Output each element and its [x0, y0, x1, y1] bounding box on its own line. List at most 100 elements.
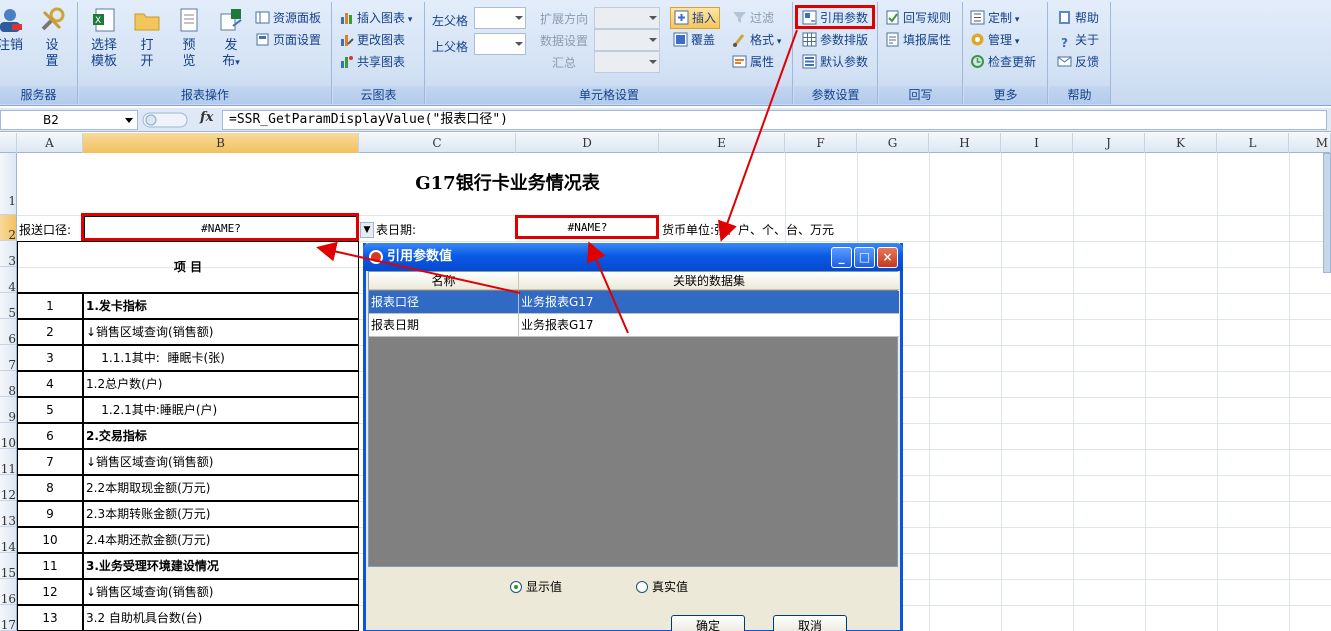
row-header[interactable]: 4	[0, 267, 16, 293]
item-no: 8	[17, 475, 83, 501]
maximize-button[interactable]: □	[854, 247, 875, 268]
row-header[interactable]: 13	[0, 501, 16, 527]
cancel-button[interactable]: 取消	[773, 615, 847, 631]
column-header[interactable]: L	[1217, 133, 1289, 153]
column-header[interactable]: C	[359, 133, 516, 153]
radio-checked-icon	[510, 581, 522, 593]
manage-button[interactable]: 管理 ▾	[970, 30, 1019, 50]
close-button[interactable]: ×	[877, 247, 898, 268]
column-header[interactable]: I	[1001, 133, 1073, 153]
column-header[interactable]: F	[785, 133, 857, 153]
chevron-down-icon	[515, 16, 523, 20]
chevron-down-icon	[515, 42, 523, 46]
row-header[interactable]: 12	[0, 475, 16, 501]
select-all-corner[interactable]	[0, 133, 17, 153]
expand-direction-dropdown[interactable]	[594, 7, 660, 29]
property-button[interactable]: 属性	[732, 52, 774, 72]
param-row[interactable]: 报表口径 业务报表G17	[369, 291, 899, 314]
row-header[interactable]: 8	[0, 371, 16, 397]
app-icon	[369, 250, 383, 264]
item-name: 1.1.1其中: 睡眠卡(张)	[83, 345, 359, 371]
edit-chart-button[interactable]: 更改图表	[339, 30, 405, 50]
filter-button[interactable]: 过滤	[732, 8, 774, 28]
column-header[interactable]: G	[857, 133, 929, 153]
column-header[interactable]: H	[929, 133, 1001, 153]
help-button[interactable]: 帮助	[1057, 8, 1099, 28]
share-chart-button[interactable]: 共享图表	[339, 52, 405, 72]
resource-panel-button[interactable]: 资源面板	[255, 8, 321, 28]
panel-icon	[255, 11, 270, 24]
item-name: 1.2.1其中:睡眠户(户)	[83, 397, 359, 423]
fill-property-button[interactable]: 填报属性	[885, 30, 951, 50]
row-header[interactable]: 1	[0, 153, 16, 215]
feedback-button[interactable]: 反馈	[1057, 52, 1099, 72]
row-header[interactable]: 11	[0, 449, 16, 475]
row-header[interactable]: 9	[0, 397, 16, 423]
item-no: 13	[17, 605, 83, 631]
insert-function-icon[interactable]: fx	[200, 110, 213, 125]
row-header[interactable]: 2	[0, 215, 16, 241]
column-header[interactable]: A	[17, 133, 83, 153]
row-header[interactable]: 17	[0, 605, 16, 631]
preview-button[interactable]: 预 览	[171, 6, 207, 82]
column-header[interactable]: J	[1073, 133, 1145, 153]
cover-button[interactable]: 覆盖	[673, 30, 715, 50]
column-header[interactable]: B	[83, 133, 359, 153]
column-header[interactable]: K	[1145, 133, 1217, 153]
page-setup-button[interactable]: 页面设置	[255, 30, 321, 50]
top-parent-dropdown[interactable]	[474, 33, 526, 55]
row-header[interactable]: 5	[0, 293, 16, 319]
insert-button[interactable]: 插入	[670, 7, 721, 29]
row-header[interactable]: 15	[0, 553, 16, 579]
data-setting-dropdown[interactable]	[594, 29, 660, 51]
format-button[interactable]: 格式 ▾	[732, 30, 781, 50]
column-header-name[interactable]: 名称	[369, 272, 519, 290]
cell-dropdown-icon[interactable]: ▼	[360, 222, 374, 238]
summary-dropdown[interactable]	[594, 51, 660, 73]
item-no: 11	[17, 553, 83, 579]
formula-input[interactable]: =SSR_GetParamDisplayValue("报表口径")	[222, 110, 1327, 130]
column-header-dataset[interactable]: 关联的数据集	[519, 272, 899, 290]
left-parent-label: 左父格	[432, 14, 469, 28]
about-button[interactable]: ? 关于	[1057, 30, 1099, 50]
ok-button[interactable]: 确定	[671, 615, 745, 631]
radio-real-value[interactable]: 真实值	[636, 578, 688, 595]
chevron-down-icon	[649, 16, 657, 20]
item-name: 2.2本期取现金额(万元)	[83, 475, 359, 501]
param-row[interactable]: 报表日期 业务报表G17	[369, 314, 899, 337]
radio-display-value[interactable]: 显示值	[510, 578, 562, 595]
default-param-button[interactable]: 默认参数	[802, 52, 868, 72]
check-update-button[interactable]: 检查更新	[970, 52, 1036, 72]
group-server: 注销 设 置 服务器	[0, 2, 78, 104]
row-header[interactable]: 6	[0, 319, 16, 345]
group-label-writeback: 回写	[879, 86, 962, 104]
logout-button[interactable]: 注销	[0, 6, 28, 82]
open-button[interactable]: 打 开	[129, 6, 165, 82]
settings-button[interactable]: 设 置	[34, 6, 70, 82]
left-parent-dropdown[interactable]	[474, 7, 526, 29]
writeback-rule-button[interactable]: 回写规则	[885, 8, 951, 28]
row-header[interactable]: 3	[0, 241, 16, 267]
column-header[interactable]: M	[1289, 133, 1331, 153]
row-header[interactable]: 7	[0, 345, 16, 371]
name-box[interactable]: B2	[0, 110, 138, 130]
row-header[interactable]: 14	[0, 527, 16, 553]
custom-button[interactable]: 定制 ▾	[970, 8, 1019, 28]
formula-slider-icon[interactable]	[142, 111, 188, 129]
gridline	[1289, 153, 1290, 631]
publish-button[interactable]: 发 布▾	[213, 6, 249, 82]
column-header[interactable]: E	[659, 133, 785, 153]
minimize-button[interactable]: _	[831, 247, 852, 268]
formula-buttons: fx	[140, 110, 220, 130]
insert-chart-button[interactable]: 插入图表 ▾	[339, 8, 412, 28]
dialog-title-bar[interactable]: 引用参数值 _ □ ×	[363, 243, 903, 271]
param-layout-button[interactable]: 参数排版	[802, 30, 868, 50]
vertical-scrollbar[interactable]	[1323, 153, 1331, 273]
manage-icon	[971, 33, 984, 46]
row-header[interactable]: 16	[0, 579, 16, 605]
tools-icon	[41, 7, 65, 31]
group-label-more: 更多	[964, 86, 1047, 104]
row-header[interactable]: 10	[0, 423, 16, 449]
select-template-button[interactable]: X 选择 模板	[87, 6, 121, 82]
column-header[interactable]: D	[516, 133, 659, 153]
